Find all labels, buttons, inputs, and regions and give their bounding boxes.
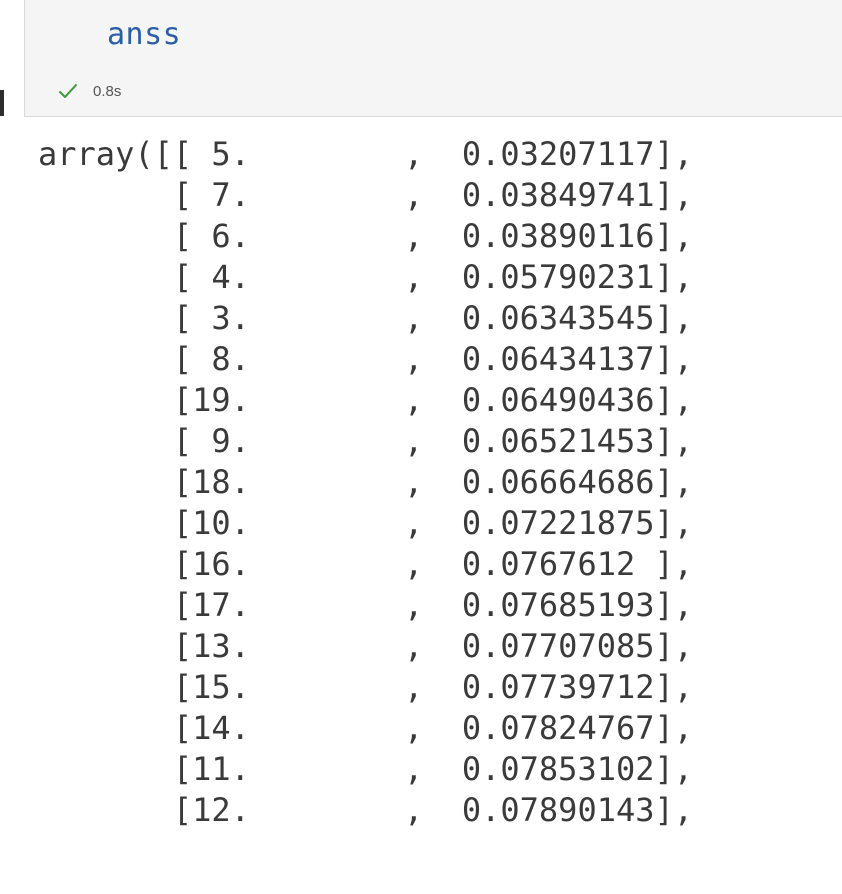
output-line: [10. , 0.07221875],: [38, 504, 694, 542]
output-line: [ 9. , 0.06521453],: [38, 422, 694, 460]
execution-status: 0.8s: [57, 78, 121, 104]
output-line: [15. , 0.07739712],: [38, 668, 694, 706]
notebook-page: anss 0.8s array([[ 5. , 0.03207117], [ 7…: [0, 0, 842, 894]
output-line: [ 4. , 0.05790231],: [38, 258, 694, 296]
output-line: array([[ 5. , 0.03207117],: [38, 135, 694, 173]
output-line: [11. , 0.07853102],: [38, 750, 694, 788]
output-line: [ 6. , 0.03890116],: [38, 217, 694, 255]
cell-selection-marker: [0, 90, 4, 116]
output-line: [14. , 0.07824767],: [38, 709, 694, 747]
output-line: [16. , 0.0767612 ],: [38, 545, 694, 583]
output-line: [ 3. , 0.06343545],: [38, 299, 694, 337]
check-icon: [57, 80, 79, 102]
output-line: [ 7. , 0.03849741],: [38, 176, 694, 214]
output-line: [19. , 0.06490436],: [38, 381, 694, 419]
execution-time: 0.8s: [93, 82, 122, 100]
cell-output: array([[ 5. , 0.03207117], [ 7. , 0.0384…: [38, 134, 693, 831]
output-line: [17. , 0.07685193],: [38, 586, 694, 624]
code-text[interactable]: anss: [107, 17, 181, 52]
output-line: [13. , 0.07707085],: [38, 627, 694, 665]
code-cell[interactable]: anss 0.8s: [24, 0, 842, 117]
output-line: [ 8. , 0.06434137],: [38, 340, 694, 378]
output-line: [18. , 0.06664686],: [38, 463, 694, 501]
output-line: [12. , 0.07890143],: [38, 791, 694, 829]
